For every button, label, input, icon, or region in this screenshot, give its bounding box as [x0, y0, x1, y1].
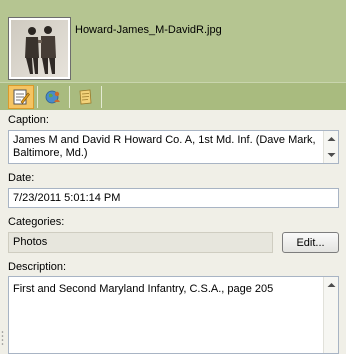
date-value: 7/23/2011 5:01:14 PM [13, 192, 121, 204]
people-map-icon [45, 90, 60, 104]
categories-value: Photos [13, 236, 48, 248]
scroll-up-icon[interactable] [327, 282, 336, 288]
toolbar-separator [37, 86, 38, 108]
edit-properties-icon [13, 89, 30, 105]
photo-header: Howard-James_M-DavidR.jpg [0, 0, 346, 110]
photo-thumbnail-image [11, 20, 68, 77]
categories-field: Photos [8, 232, 273, 253]
caption-label: Caption: [8, 114, 49, 126]
date-input[interactable]: 7/23/2011 5:01:14 PM [8, 188, 339, 208]
photo-filename: Howard-James_M-DavidR.jpg [75, 24, 222, 36]
categories-label: Categories: [8, 216, 65, 228]
description-scrollbar[interactable] [323, 277, 338, 353]
notes-icon [79, 89, 92, 105]
resize-grip-icon[interactable] [1, 330, 4, 348]
description-label: Description: [8, 261, 67, 273]
scroll-down-icon[interactable] [327, 152, 336, 158]
photo-thumbnail[interactable] [8, 17, 71, 80]
caption-textarea[interactable]: James M and David R Howard Co. A, 1st Md… [8, 130, 339, 164]
edit-properties-button[interactable] [8, 85, 34, 109]
edit-categories-button[interactable]: Edit... [282, 232, 339, 253]
caption-scrollbar[interactable] [323, 131, 338, 163]
scroll-up-icon[interactable] [327, 136, 336, 142]
date-label: Date: [8, 172, 35, 184]
description-text: First and Second Maryland Infantry, C.S.… [13, 283, 274, 295]
view-toolbar [0, 82, 346, 110]
toolbar-separator [69, 86, 70, 108]
caption-text: James M and David R Howard Co. A, 1st Md… [13, 134, 316, 159]
description-textarea[interactable]: First and Second Maryland Infantry, C.S.… [8, 276, 339, 354]
notes-button[interactable] [72, 85, 98, 109]
people-map-button[interactable] [40, 85, 66, 109]
toolbar-separator [101, 86, 102, 108]
